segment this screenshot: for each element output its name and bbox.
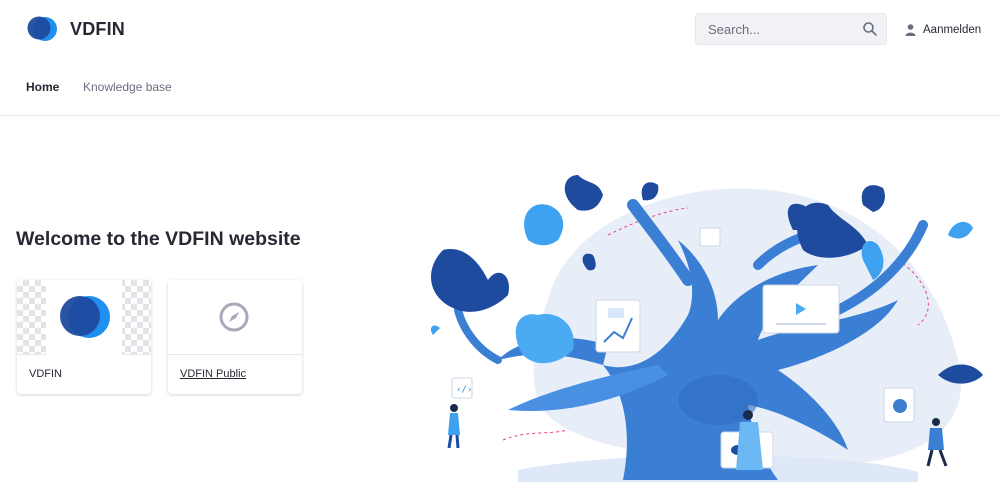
card-title-link[interactable]: VDFIN Public [180,368,246,380]
search-box [695,13,887,45]
card-image [168,280,302,355]
nav-item-home[interactable]: Home [26,80,59,94]
signin-label: Aanmelden [923,24,982,36]
header: VDFIN Aanmelden [0,0,1000,60]
main-nav: Home Knowledge base [0,60,1000,116]
search-icon[interactable] [862,21,878,37]
nav-item-knowledge-base[interactable]: Knowledge base [83,80,172,94]
site-card-vdfin-public[interactable]: VDFIN Public [168,280,302,394]
user-icon [905,24,916,36]
tree-illustration: ‹/› [430,175,983,482]
compass-icon [219,302,249,332]
signin-link[interactable]: Aanmelden [905,22,981,38]
page-title: Welcome to the VDFIN website [16,228,301,250]
svg-text:‹/›: ‹/› [456,385,472,395]
site-card-vdfin[interactable]: VDFIN [17,280,151,394]
vdfin-logo [60,296,110,338]
vdfin-logo[interactable] [26,14,58,44]
card-image [17,280,151,355]
card-title: VDFIN [29,368,62,380]
search-input[interactable] [696,14,856,44]
brand-name[interactable]: VDFIN [70,19,125,40]
